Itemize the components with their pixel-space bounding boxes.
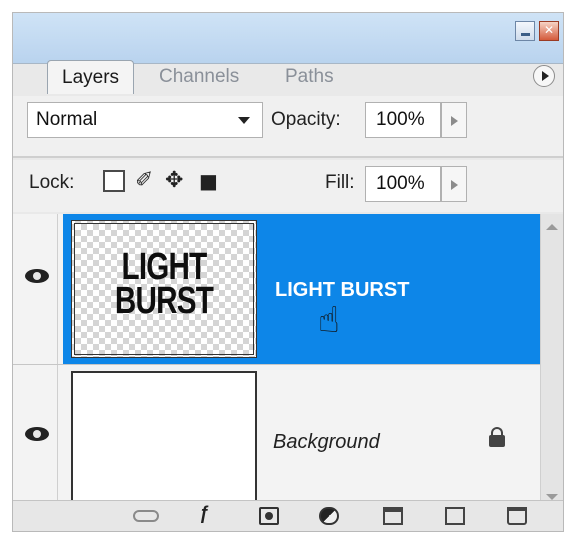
visibility-toggle[interactable] — [17, 214, 58, 364]
blend-mode-select[interactable]: Normal — [27, 102, 263, 138]
layer-name[interactable]: Background — [273, 431, 380, 454]
hand-cursor-icon: ☝ — [318, 300, 340, 341]
lock-all-icon[interactable]: ■ — [199, 170, 221, 192]
thumbnail-text-line1: LIGHT — [121, 246, 207, 288]
fx-icon[interactable]: ƒ — [199, 503, 219, 523]
mask-icon[interactable] — [259, 507, 279, 525]
layer-thumbnail: LIGHT BURST — [71, 220, 257, 358]
blend-mode-value: Normal — [36, 109, 98, 130]
blend-opacity-row: Normal Opacity: 100% — [13, 96, 563, 158]
group-icon[interactable] — [383, 507, 403, 525]
layer-thumbnail — [71, 371, 257, 509]
lock-label: Lock: — [29, 172, 75, 193]
eye-icon — [25, 427, 49, 441]
lock-brush-icon[interactable]: ✐ — [135, 170, 157, 192]
vertical-scrollbar[interactable] — [540, 214, 563, 514]
layer-row[interactable]: Background — [13, 364, 543, 511]
layer-name[interactable]: LIGHT BURST — [275, 279, 409, 302]
new-layer-icon[interactable] — [445, 507, 465, 525]
layer-row[interactable]: LIGHT BURST LIGHT BURST — [13, 214, 543, 364]
fill-stepper[interactable] — [441, 166, 467, 202]
minimize-icon[interactable] — [515, 21, 535, 41]
fill-input[interactable]: 100% — [365, 166, 441, 202]
layers-list: LIGHT BURST LIGHT BURST Background — [13, 214, 563, 514]
scroll-up-icon[interactable] — [546, 224, 558, 230]
panel-header — [13, 13, 563, 64]
divider — [13, 156, 563, 158]
opacity-label: Opacity: — [271, 109, 341, 130]
thumbnail-text-line2: BURST — [114, 280, 214, 322]
layers-panel: Layers Channels Paths Normal Opacity: 10… — [12, 12, 564, 532]
thumbnail-text: LIGHT BURST — [95, 246, 234, 322]
fill-label: Fill: — [325, 172, 355, 193]
eye-icon — [25, 269, 49, 283]
tab-layers[interactable]: Layers — [47, 60, 135, 94]
lock-transparency-icon[interactable] — [103, 170, 125, 192]
trash-icon[interactable] — [507, 507, 527, 525]
chevron-down-icon — [238, 117, 250, 124]
link-icon[interactable] — [133, 510, 159, 522]
lock-move-icon[interactable]: ✥ — [165, 170, 187, 192]
tab-paths[interactable]: Paths — [271, 60, 348, 94]
adjustment-icon[interactable] — [319, 507, 339, 525]
lock-fill-row: Lock: ✐ ✥ ■ Fill: 100% — [13, 160, 563, 212]
tab-channels[interactable]: Channels — [145, 60, 253, 94]
close-icon[interactable] — [539, 21, 559, 41]
opacity-input[interactable]: 100% — [365, 102, 441, 138]
panel-menu-icon[interactable] — [533, 65, 555, 87]
padlock-icon — [489, 427, 505, 447]
opacity-stepper[interactable] — [441, 102, 467, 138]
visibility-toggle[interactable] — [17, 365, 58, 511]
layers-toolbar: ƒ — [13, 500, 563, 531]
